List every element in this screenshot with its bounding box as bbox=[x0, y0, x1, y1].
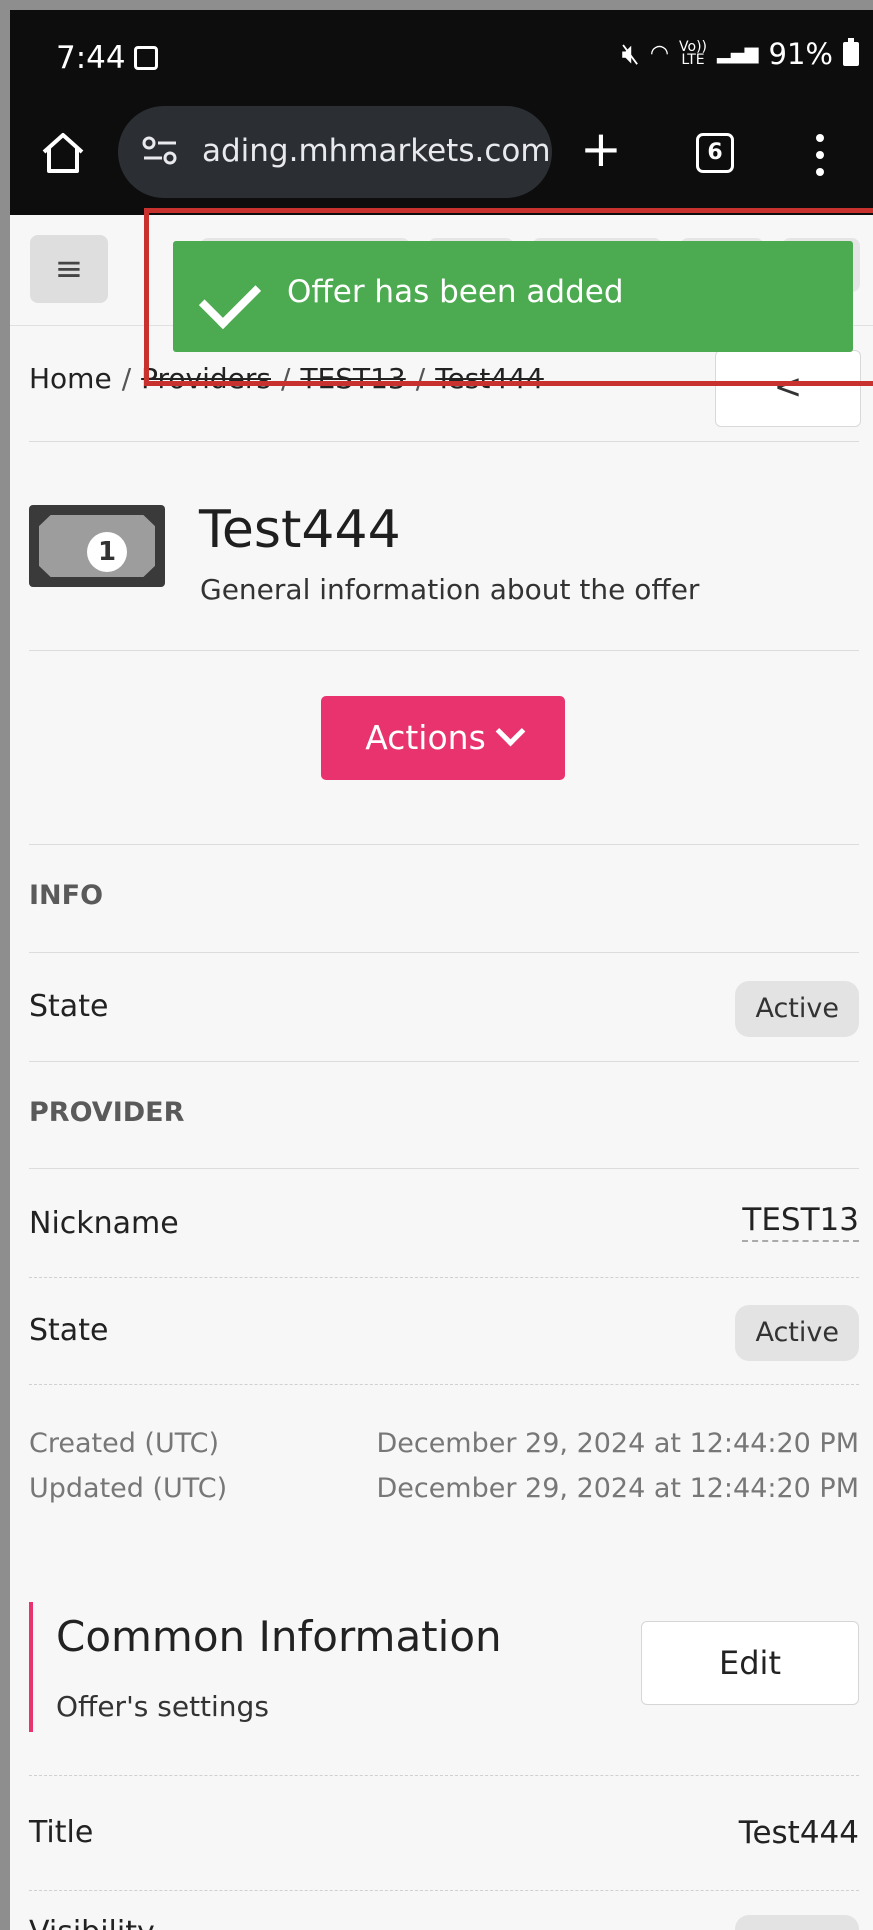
breadcrumb-providers[interactable]: Providers bbox=[141, 362, 271, 395]
hamburger-menu-button[interactable]: ≡ bbox=[30, 235, 108, 303]
divider bbox=[29, 1168, 859, 1169]
provider-state-label: State bbox=[29, 1313, 109, 1348]
phone-screen: 7:44 🔇︎ ◠ Vo)) LTE ▂▄▆ 91% ading.mhmarket… bbox=[10, 10, 873, 1930]
updated-value: December 29, 2024 at 12:44:20 PM bbox=[376, 1473, 859, 1504]
breadcrumb: Home / Providers / TEST13/Test444 bbox=[29, 362, 544, 395]
provider-heading: PROVIDER bbox=[29, 1097, 185, 1128]
actions-dropdown-button[interactable]: Actions bbox=[321, 696, 565, 780]
signal-icon: ▂▄▆ bbox=[717, 43, 759, 64]
home-icon[interactable] bbox=[40, 130, 86, 176]
divider bbox=[29, 952, 859, 953]
wifi-icon: ◠ bbox=[649, 41, 670, 66]
site-settings-icon[interactable] bbox=[142, 136, 178, 166]
battery-icon bbox=[843, 37, 859, 66]
page-subtitle: General information about the offer bbox=[200, 573, 700, 606]
new-tab-icon[interactable]: + bbox=[580, 124, 622, 174]
created-value: December 29, 2024 at 12:44:20 PM bbox=[376, 1428, 859, 1459]
created-label: Created (UTC) bbox=[29, 1428, 220, 1459]
chevron-down-icon bbox=[495, 716, 526, 747]
breadcrumb-current: Test444 bbox=[435, 362, 544, 395]
divider bbox=[29, 1277, 859, 1279]
back-button[interactable]: < bbox=[715, 350, 861, 427]
check-icon bbox=[198, 266, 262, 330]
volte-icon: Vo)) LTE bbox=[679, 38, 707, 68]
visibility-badge: Public bbox=[735, 1915, 859, 1930]
battery-percent: 91% bbox=[768, 36, 833, 71]
status-icons: 🔇︎ ◠ Vo)) LTE ▂▄▆ 91% bbox=[622, 36, 859, 71]
breadcrumb-provider[interactable]: TEST13 bbox=[300, 362, 405, 395]
updated-label: Updated (UTC) bbox=[29, 1473, 228, 1504]
divider bbox=[29, 441, 859, 442]
edit-button[interactable]: Edit bbox=[641, 1621, 859, 1705]
money-bill-icon: 1 bbox=[29, 505, 165, 587]
divider bbox=[29, 1890, 859, 1892]
nickname-label: Nickname bbox=[29, 1206, 179, 1241]
divider bbox=[29, 1775, 859, 1777]
more-menu-icon[interactable] bbox=[816, 134, 824, 185]
divider bbox=[29, 650, 859, 651]
status-time: 7:44 bbox=[56, 40, 126, 76]
browser-chrome: 7:44 🔇︎ ◠ Vo)) LTE ▂▄▆ 91% ading.mhmarket… bbox=[10, 10, 873, 215]
nickname-link[interactable]: TEST13 bbox=[742, 1200, 859, 1242]
address-bar[interactable]: ading.mhmarkets.com bbox=[118, 106, 552, 198]
title-label: Title bbox=[29, 1815, 94, 1850]
section-accent-bar bbox=[29, 1602, 33, 1732]
status-badge: Active bbox=[735, 1305, 859, 1361]
status-badge: Active bbox=[735, 981, 859, 1037]
title-value: Test444 bbox=[738, 1815, 859, 1851]
gallery-notification-icon bbox=[134, 46, 158, 70]
divider bbox=[29, 844, 859, 845]
divider bbox=[29, 1384, 859, 1386]
mute-icon: 🔇︎ bbox=[621, 36, 640, 70]
visibility-label: Visibility bbox=[29, 1915, 155, 1930]
breadcrumb-home[interactable]: Home bbox=[29, 362, 112, 395]
info-heading: INFO bbox=[29, 880, 104, 911]
page-title: Test444 bbox=[199, 500, 401, 560]
url-text[interactable]: ading.mhmarkets.com bbox=[202, 133, 551, 169]
tab-switcher-button[interactable]: 6 bbox=[696, 133, 734, 173]
info-state-label: State bbox=[29, 989, 109, 1024]
toast-message: Offer has been added bbox=[287, 274, 624, 310]
common-info-subtitle: Offer's settings bbox=[56, 1690, 269, 1723]
common-info-title: Common Information bbox=[56, 1612, 502, 1661]
divider bbox=[29, 1061, 859, 1062]
success-toast[interactable]: Offer has been added bbox=[173, 241, 853, 352]
